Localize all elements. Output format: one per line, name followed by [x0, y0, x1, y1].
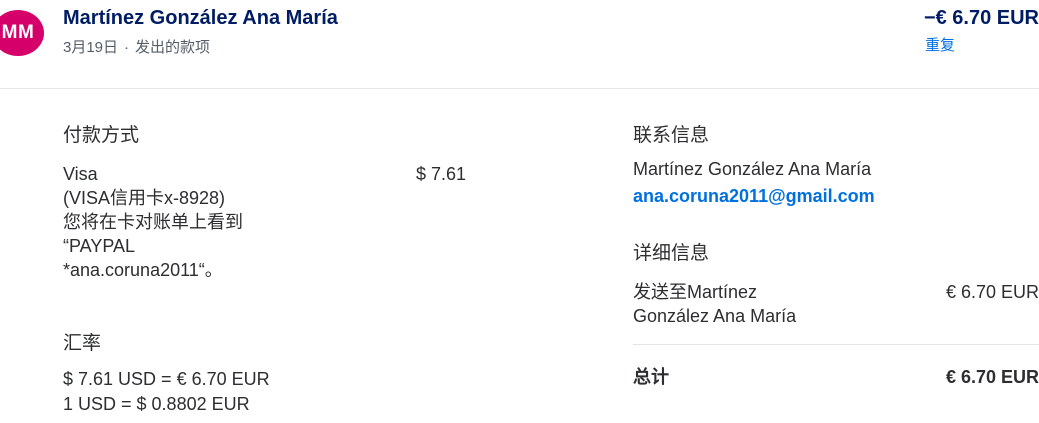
sent-amount: € 6.70 EUR [945, 282, 1039, 302]
payment-method-line: (VISA信用卡x-8928) [63, 188, 226, 208]
payment-method-line: Visa [63, 164, 98, 184]
payment-method-title: 付款方式 [63, 125, 140, 146]
payment-method-line: *ana.coruna2011“。 [63, 260, 223, 280]
transaction-date: 3月19日 [63, 39, 119, 56]
sent-to-line: 发送至Martínez [633, 282, 758, 302]
total-divider [633, 344, 1039, 345]
sent-to-label: 发送至Martínez González Ana María [633, 280, 796, 328]
transaction-amount: −€ 6.70 EUR [923, 7, 1039, 29]
repeat-link[interactable]: 重复 [925, 34, 955, 55]
total-label: 总计 [633, 367, 669, 387]
details-title: 详细信息 [633, 243, 710, 264]
exchange-rate-title: 汇率 [63, 333, 102, 354]
contact-email-link[interactable]: ana.coruna2011@gmail.com [633, 184, 875, 208]
separator-dot: · [124, 39, 130, 56]
payment-method-line: “PAYPAL [63, 236, 136, 256]
payment-amount: $ 7.61 [416, 164, 467, 184]
total-amount: € 6.70 EUR [945, 367, 1039, 387]
avatar: MM [0, 10, 44, 56]
payment-method-line: 您将在卡对账单上看到 [63, 212, 243, 232]
exchange-rate-unit: 1 USD = $ 0.8802 EUR [63, 394, 250, 414]
header-divider [0, 88, 1039, 89]
transaction-subtitle: 3月19日 · 发出的款项 [63, 36, 210, 57]
payment-method-details: Visa (VISA信用卡x-8928) 您将在卡对账单上看到 “PAYPAL … [63, 162, 243, 282]
transaction-type: 发出的款项 [135, 39, 211, 56]
exchange-rate-conversion: $ 7.61 USD = € 6.70 EUR [63, 369, 270, 389]
contact-name: Martínez González Ana María [633, 159, 872, 179]
contact-info-title: 联系信息 [633, 125, 710, 146]
counterparty-name: Martínez González Ana María [63, 7, 338, 29]
sent-to-line: González Ana María [633, 306, 797, 326]
